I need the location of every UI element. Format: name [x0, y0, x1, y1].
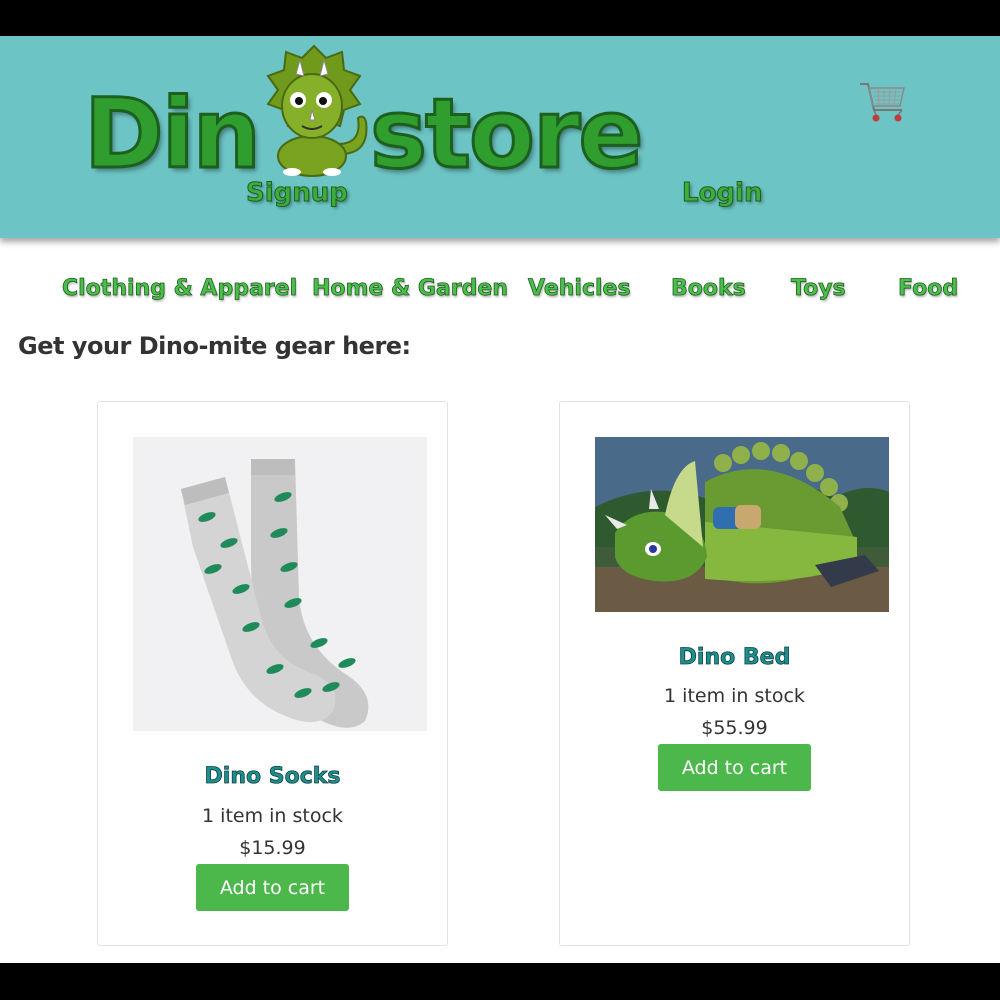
- nav-food[interactable]: Food: [898, 276, 959, 302]
- page: Din store Signup Login Clothing & Appare…: [0, 36, 1000, 963]
- stock-count: 1 item in stock: [202, 805, 343, 827]
- nav-vehicles[interactable]: Vehicles: [528, 276, 631, 302]
- nav-books[interactable]: Books: [671, 276, 747, 302]
- category-nav: Clothing & Apparel Home & Garden Vehicle…: [0, 276, 1000, 312]
- product-name[interactable]: Dino Socks: [98, 764, 447, 790]
- product-card-dino-bed: Dino Bed 1 item in stock $55.99 Add to c…: [559, 401, 910, 946]
- product-image-dino-bed[interactable]: [595, 437, 889, 612]
- add-to-cart-button[interactable]: Add to cart: [658, 744, 811, 791]
- site-header: Din store Signup Login: [0, 36, 1000, 238]
- stock-count: 1 item in stock: [664, 685, 805, 707]
- page-tagline: Get your Dino-mite gear here:: [18, 332, 411, 360]
- nav-clothing-apparel[interactable]: Clothing & Apparel: [62, 276, 298, 302]
- product-price: $55.99: [701, 717, 768, 739]
- logo-text-right[interactable]: store: [368, 85, 644, 184]
- triceratops-mascot-icon[interactable]: [252, 44, 377, 179]
- nav-toys[interactable]: Toys: [791, 276, 846, 302]
- login-link[interactable]: Login: [681, 178, 762, 209]
- product-price: $15.99: [239, 837, 306, 859]
- product-image-dino-socks[interactable]: [133, 437, 427, 731]
- product-card-dino-socks: Dino Socks 1 item in stock $15.99 Add to…: [97, 401, 448, 946]
- signup-link[interactable]: Signup: [246, 178, 349, 209]
- add-to-cart-button[interactable]: Add to cart: [196, 864, 349, 911]
- logo-text-left[interactable]: Din: [83, 85, 263, 184]
- nav-home-garden[interactable]: Home & Garden: [312, 276, 509, 302]
- product-name[interactable]: Dino Bed: [560, 645, 909, 671]
- shopping-cart-icon[interactable]: [858, 80, 908, 126]
